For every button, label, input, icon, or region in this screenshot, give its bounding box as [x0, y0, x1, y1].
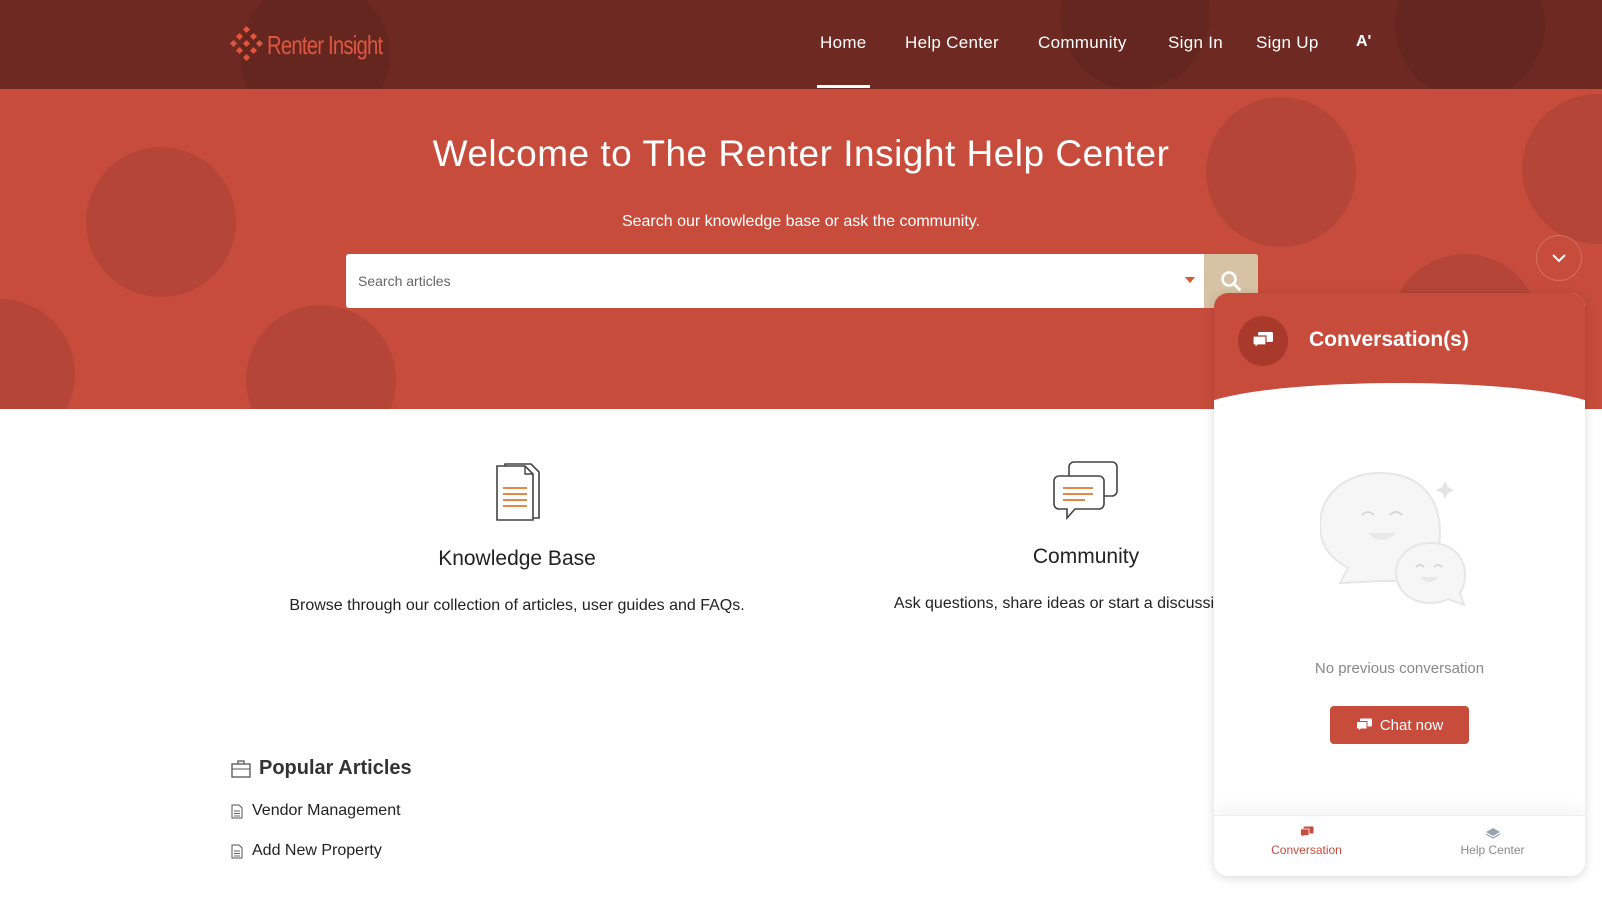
documents-icon: [496, 463, 540, 521]
empty-conversation-illustration: [1320, 471, 1467, 607]
chat-widget-panel: Conversation(s) No previous conversation…: [1214, 293, 1585, 876]
search-icon: [1221, 271, 1241, 291]
tab-help-center[interactable]: Help Center: [1400, 826, 1585, 857]
hero-subtitle: Search our knowledge base or ask the com…: [621, 213, 981, 230]
top-navigation-bar: Renter Insight Home Help Center Communit…: [0, 0, 1602, 89]
page-title: Welcome to The Renter Insight Help Cente…: [432, 133, 1170, 174]
search-bar: [346, 254, 1258, 308]
conversation-header-icon: [1238, 316, 1288, 366]
chat-now-button[interactable]: Chat now: [1330, 706, 1469, 744]
tab-conversation[interactable]: Conversation: [1214, 826, 1399, 857]
knowledge-base-title: Knowledge Base: [438, 547, 596, 570]
briefcase-icon: [231, 759, 251, 778]
knowledge-base-card[interactable]: Knowledge Base Browse through our collec…: [267, 460, 767, 615]
chat-widget-tabs: Conversation Help Center: [1214, 815, 1585, 876]
popular-articles-section: Popular Articles Vendor Management Add N…: [231, 757, 412, 860]
logo-mark-icon: [229, 25, 264, 63]
article-title: Vendor Management: [252, 802, 401, 819]
nav-sign-up[interactable]: Sign Up: [1256, 33, 1319, 53]
conversation-tab-icon: [1299, 826, 1313, 839]
chat-widget-title: Conversation(s): [1309, 328, 1469, 351]
chat-bubbles-icon: [1053, 461, 1118, 521]
nav-sign-in[interactable]: Sign In: [1168, 33, 1223, 53]
brand-logo[interactable]: Renter Insight: [229, 25, 415, 63]
font-size-toggle-icon[interactable]: A': [1356, 33, 1371, 51]
document-icon: [231, 844, 243, 858]
nav-active-indicator: [817, 85, 870, 88]
book-stack-icon: [1485, 828, 1500, 839]
knowledge-base-description: Browse through our collection of article…: [289, 597, 745, 614]
nav-community[interactable]: Community: [1038, 33, 1127, 53]
document-icon: [231, 804, 243, 818]
tab-conversation-label: Conversation: [1271, 843, 1342, 857]
article-title: Add New Property: [252, 842, 382, 859]
search-scope-dropdown-icon[interactable]: [1185, 277, 1195, 283]
chat-now-label: Chat now: [1379, 716, 1444, 734]
popular-articles-heading: Popular Articles: [259, 757, 412, 779]
chat-icon: [1355, 718, 1372, 733]
search-input[interactable]: [346, 254, 1186, 308]
article-link[interactable]: Add New Property: [231, 842, 412, 860]
tab-help-center-label: Help Center: [1460, 843, 1525, 857]
empty-state-text: No previous conversation: [1314, 660, 1485, 677]
collapse-widget-button[interactable]: [1536, 235, 1582, 281]
nav-home[interactable]: Home: [820, 33, 867, 53]
nav-help-center[interactable]: Help Center: [905, 33, 999, 53]
chevron-down-icon: [1552, 254, 1566, 263]
brand-name: Renter Insight: [267, 29, 383, 60]
article-link[interactable]: Vendor Management: [231, 802, 412, 820]
